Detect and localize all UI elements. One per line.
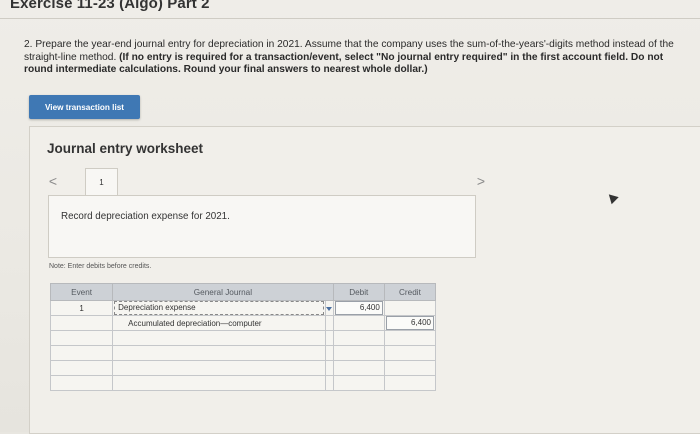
- debit-header: Debit: [332, 283, 385, 301]
- account-cell[interactable]: [112, 375, 326, 391]
- event-cell: [49, 315, 114, 331]
- event-header: Event: [49, 283, 114, 301]
- account-select[interactable]: Accumulated depreciation—computer: [116, 319, 322, 328]
- debit-cell[interactable]: [332, 345, 385, 361]
- account-dropdown[interactable]: [324, 330, 334, 346]
- record-description: Record depreciation expense for 2021.: [61, 211, 230, 222]
- credit-cell[interactable]: 6,400: [383, 315, 437, 331]
- account-cell[interactable]: [112, 360, 326, 376]
- prev-entry-chevron-left-icon[interactable]: <: [38, 169, 68, 193]
- account-cell[interactable]: [112, 345, 326, 361]
- chevron-down-icon[interactable]: [326, 306, 333, 311]
- journal-header-row: Event General Journal Debit Credit: [49, 283, 437, 301]
- entry-tab-1[interactable]: 1: [85, 168, 118, 196]
- journal-entry-worksheet: Journal entry worksheet < 1 > Record dep…: [29, 126, 700, 434]
- account-dropdown[interactable]: [324, 300, 334, 316]
- account-select[interactable]: Depreciation expense: [114, 301, 324, 315]
- next-entry-chevron-right-icon[interactable]: >: [466, 169, 496, 193]
- journal-row: 1 Depreciation expense 6,400: [49, 300, 437, 316]
- event-cell: [49, 345, 114, 361]
- account-dropdown[interactable]: [324, 360, 334, 376]
- worksheet-title: Journal entry worksheet: [47, 141, 204, 156]
- credit-cell[interactable]: [383, 330, 437, 346]
- journal-row: [49, 330, 437, 346]
- instructions-bold: (If no entry is required for a transacti…: [24, 51, 664, 76]
- credit-cell[interactable]: [383, 375, 437, 391]
- general-journal-table: Event General Journal Debit Credit 1 Dep…: [49, 283, 437, 391]
- instructions: 2. Prepare the year-end journal entry fo…: [24, 39, 684, 77]
- general-journal-header: General Journal: [112, 283, 334, 301]
- account-cell[interactable]: [112, 330, 326, 346]
- page: Exercise 11-23 (Algo) Part 2 2. Prepare …: [0, 0, 700, 434]
- journal-row: [49, 375, 437, 391]
- event-cell: [49, 330, 114, 346]
- account-cell[interactable]: Accumulated depreciation—computer: [112, 315, 326, 331]
- credit-input[interactable]: 6,400: [385, 316, 434, 330]
- debit-input[interactable]: 6,400: [334, 301, 383, 315]
- debit-cell[interactable]: [332, 360, 385, 376]
- journal-row: [49, 360, 437, 376]
- debit-cell[interactable]: [332, 315, 385, 331]
- view-transaction-list-button[interactable]: View transaction list: [29, 95, 140, 119]
- account-dropdown[interactable]: [324, 375, 334, 391]
- credit-cell[interactable]: [383, 345, 437, 361]
- event-cell: [49, 360, 114, 376]
- debit-cell[interactable]: [332, 330, 385, 346]
- exercise-title: Exercise 11-23 (Algo) Part 2: [10, 0, 210, 12]
- record-description-box: Record depreciation expense for 2021.: [48, 195, 476, 258]
- credit-cell[interactable]: [383, 300, 437, 316]
- account-cell[interactable]: Depreciation expense: [112, 300, 326, 316]
- debit-cell[interactable]: 6,400: [332, 300, 385, 316]
- account-dropdown[interactable]: [324, 345, 334, 361]
- journal-row: [49, 345, 437, 361]
- credit-header: Credit: [383, 283, 437, 301]
- entry-note: Note: Enter debits before credits.: [49, 263, 152, 270]
- journal-row: Accumulated depreciation—computer 6,400: [49, 315, 437, 331]
- account-dropdown[interactable]: [324, 315, 334, 331]
- event-cell: 1: [49, 300, 114, 316]
- event-cell: [49, 375, 114, 391]
- debit-cell[interactable]: [332, 375, 385, 391]
- title-divider: [0, 18, 700, 19]
- credit-cell[interactable]: [383, 360, 437, 376]
